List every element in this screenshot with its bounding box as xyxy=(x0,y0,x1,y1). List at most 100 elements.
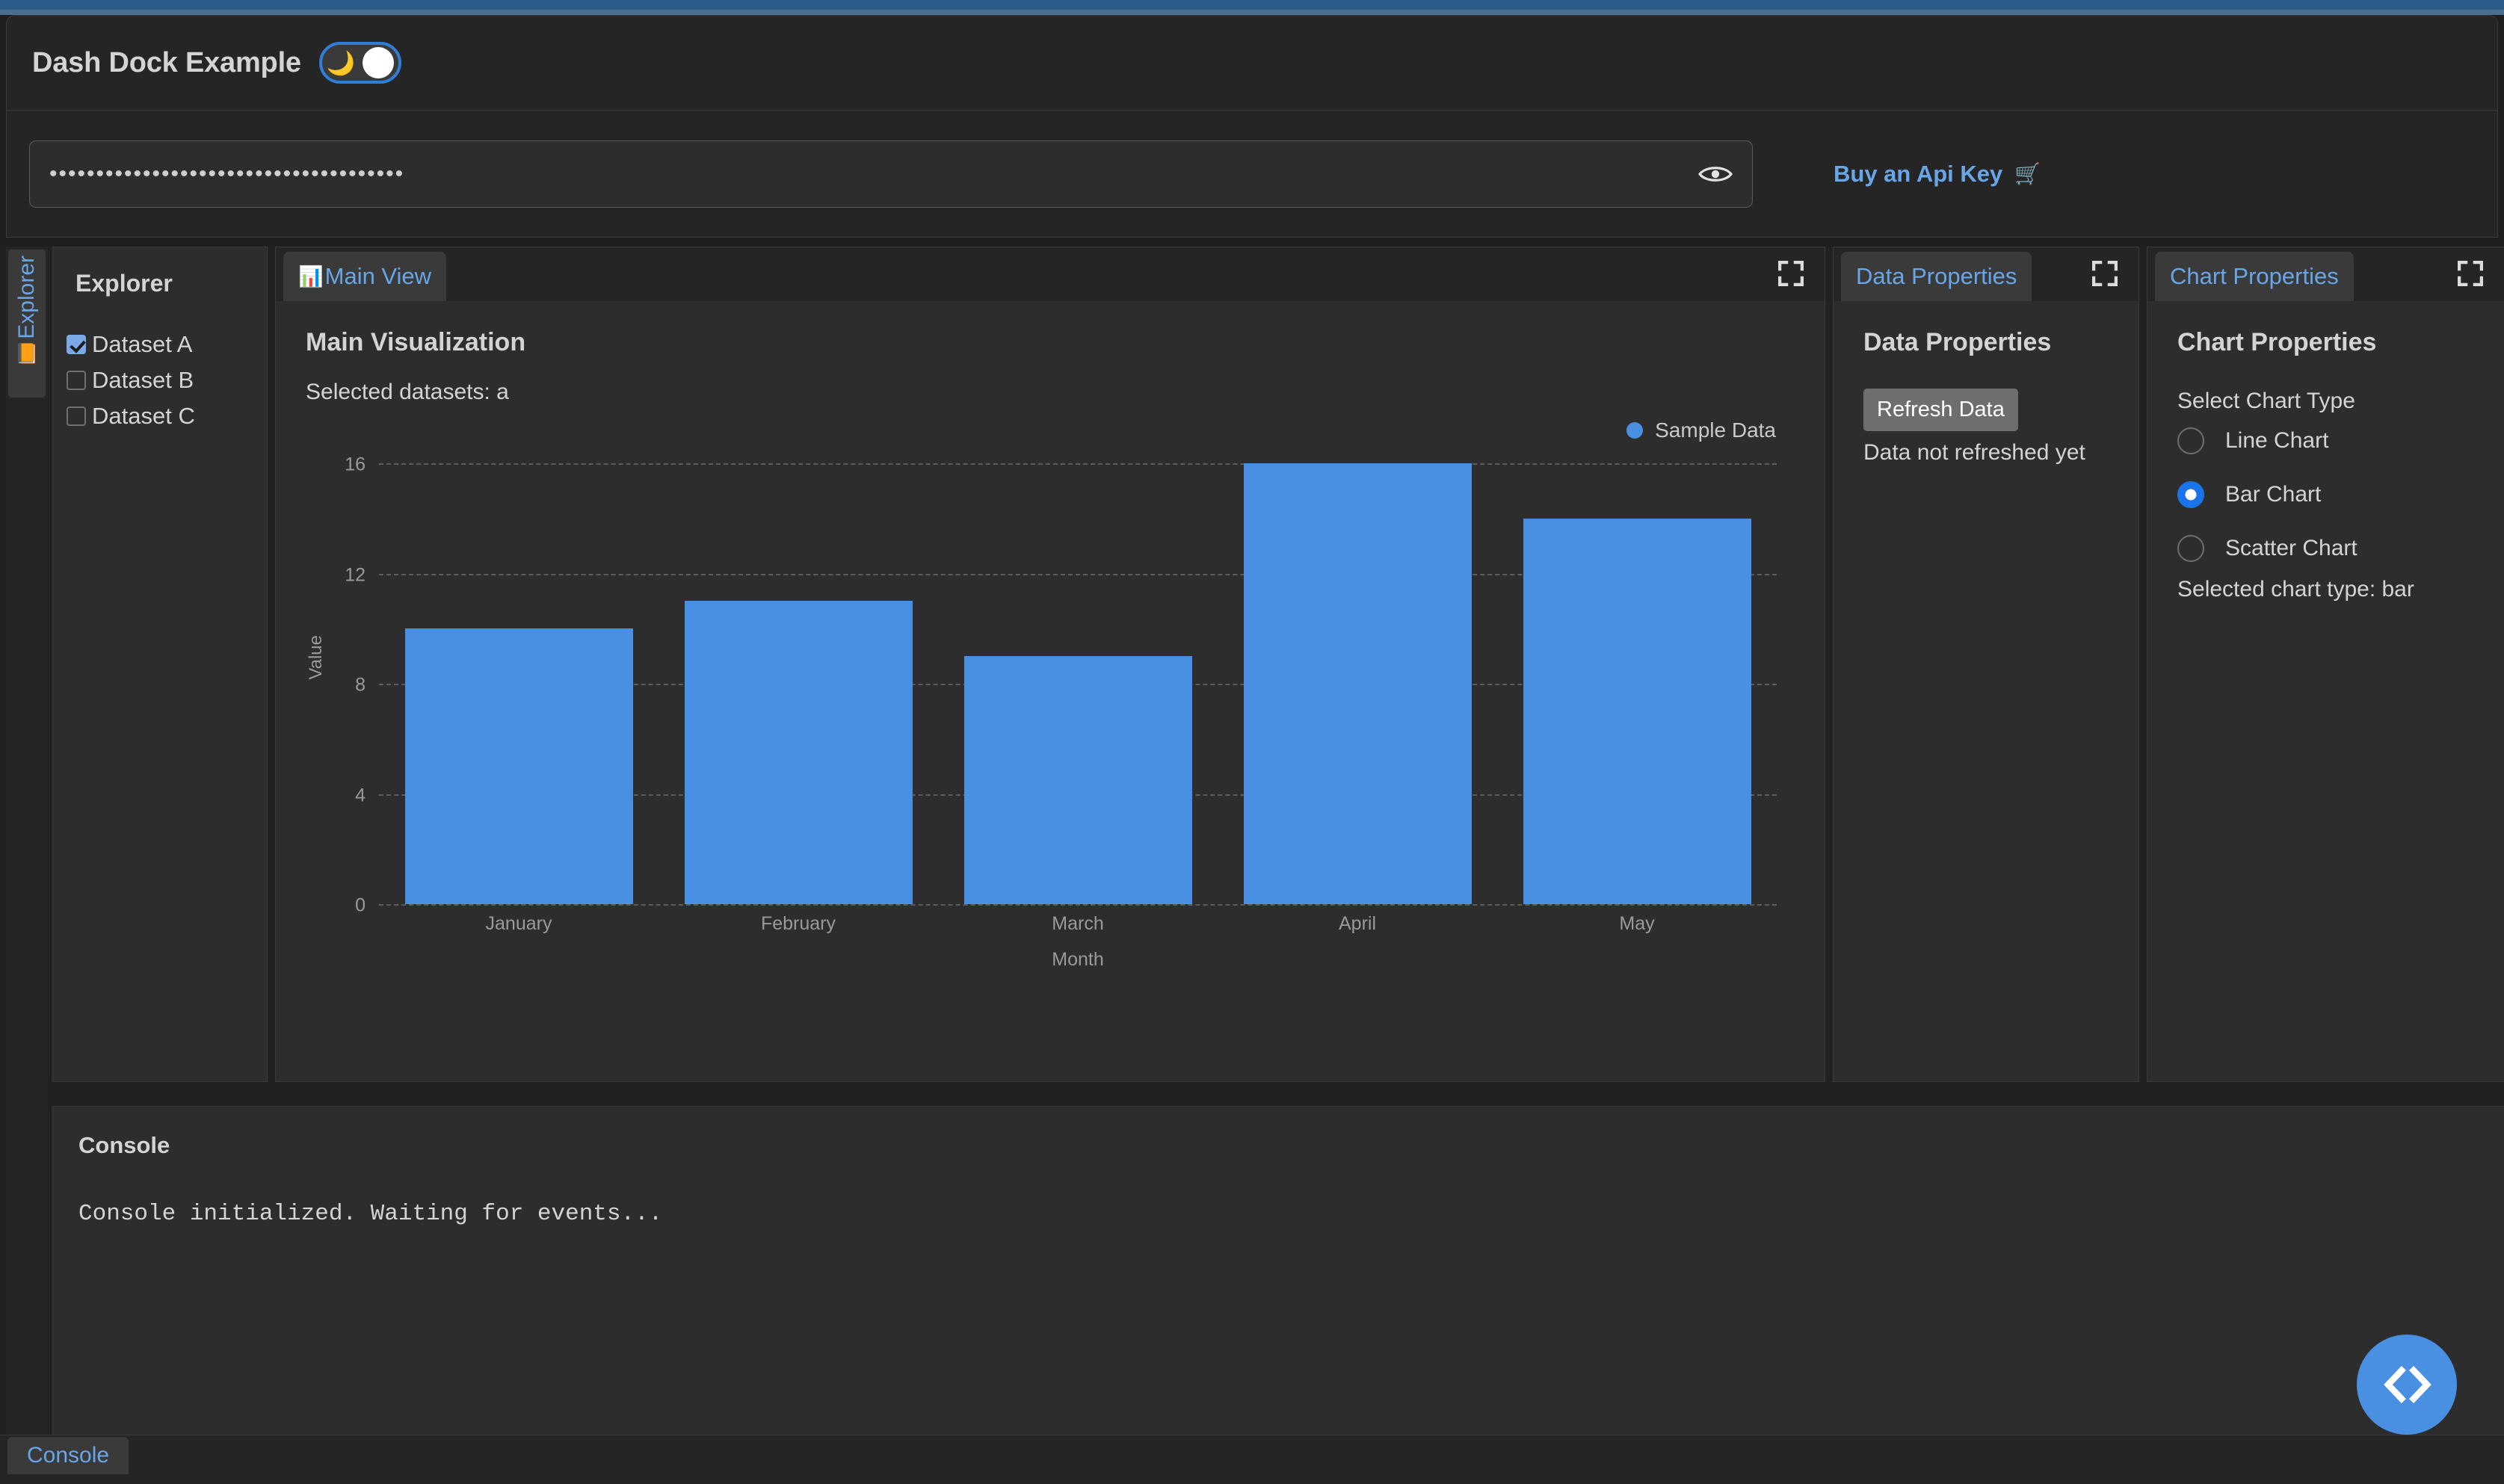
reveal-password-icon[interactable] xyxy=(1698,161,1733,187)
workspace: Explorer 📙 Explorer Dataset A Dataset B … xyxy=(0,247,2504,1442)
buy-api-key-link[interactable]: Buy an Api Key xyxy=(1834,161,2002,188)
list-item-label: Dataset A xyxy=(92,331,193,357)
tab-main-view[interactable]: 📊 Main View xyxy=(283,252,447,301)
bar-column xyxy=(938,463,1218,904)
console-heading: Console xyxy=(78,1132,170,1158)
sidebar-item-explorer[interactable]: Explorer 📙 xyxy=(8,250,46,398)
bar-column xyxy=(379,463,659,904)
data-properties-tabbar: Data Properties xyxy=(1834,247,2138,301)
radio-scatter-chart[interactable]: Scatter Chart xyxy=(2177,522,2474,575)
x-axis-title: Month xyxy=(1052,949,1104,970)
app-header: Dash Dock Example 🌙 xyxy=(6,15,2498,111)
radio-bar-chart-label: Bar Chart xyxy=(2225,482,2322,507)
radio-line-chart-label: Line Chart xyxy=(2225,428,2329,453)
y-axis-title: Value xyxy=(306,635,326,680)
bar-may[interactable] xyxy=(1523,518,1751,904)
data-properties-heading: Data Properties xyxy=(1863,328,2052,356)
code-fab-button[interactable] xyxy=(2357,1335,2457,1435)
dark-mode-toggle[interactable]: 🌙 xyxy=(318,42,401,84)
radio-line-chart-input[interactable] xyxy=(2177,427,2204,454)
shopping-cart-icon: 🛒 xyxy=(2014,162,2041,185)
y-axis-tick: 16 xyxy=(345,454,366,475)
tab-data-properties[interactable]: Data Properties xyxy=(1841,252,2032,301)
folder-icon: 📙 xyxy=(14,341,40,365)
radio-scatter-chart-input[interactable] xyxy=(2177,535,2204,562)
data-properties-body: Data Properties Refresh Data Data not re… xyxy=(1834,301,2138,466)
moon-icon: 🌙 xyxy=(326,49,356,76)
y-axis-tick: 12 xyxy=(345,564,366,585)
main-visualization-heading: Main Visualization xyxy=(306,328,526,356)
console-output: Console initialized. Waiting for events.… xyxy=(78,1201,663,1227)
tab-console[interactable]: Console xyxy=(7,1437,129,1474)
chart-properties-heading: Chart Properties xyxy=(2177,328,2377,356)
code-icon xyxy=(2384,1365,2431,1404)
tab-chart-properties[interactable]: Chart Properties xyxy=(2155,252,2354,301)
radio-bar-chart[interactable]: Bar Chart xyxy=(2177,468,2474,522)
dataset-c-checkbox[interactable] xyxy=(67,406,86,426)
explorer-tab-label: Explorer xyxy=(14,256,39,339)
dataset-a-checkbox[interactable] xyxy=(67,335,86,354)
bar-march[interactable] xyxy=(963,656,1192,904)
x-axis-tick: February xyxy=(760,913,836,934)
bar-january[interactable] xyxy=(404,628,633,904)
bar-column xyxy=(659,463,938,904)
toggle-knob xyxy=(362,47,394,78)
radio-bar-chart-input[interactable] xyxy=(2177,481,2204,508)
list-item-label: Dataset B xyxy=(92,367,194,393)
list-item[interactable]: Dataset C xyxy=(67,401,267,432)
radio-line-chart[interactable]: Line Chart xyxy=(2177,414,2474,468)
dataset-b-checkbox[interactable] xyxy=(67,371,86,390)
bar-column xyxy=(1497,463,1777,904)
chart-properties-panel: Chart Properties Chart Properties Select… xyxy=(2147,247,2504,1082)
api-key-value: •••••••••••••••••••••••••••••••••••••• xyxy=(49,161,405,186)
y-axis-tick: 4 xyxy=(355,785,366,806)
dataset-list: Dataset A Dataset B Dataset C xyxy=(53,329,267,432)
y-axis-tick: 8 xyxy=(355,674,366,696)
tab-main-view-label: Main View xyxy=(324,263,432,289)
chart-plot-area: 16 12 8 4 0 xyxy=(345,454,1777,916)
legend-color-swatch xyxy=(1626,422,1644,439)
expand-icon[interactable] xyxy=(2457,260,2484,287)
top-accent-strip-secondary xyxy=(0,10,2504,15)
refresh-data-button[interactable]: Refresh Data xyxy=(1863,389,2018,431)
explorer-title: Explorer xyxy=(75,270,173,297)
x-axis-tick: April xyxy=(1338,913,1376,934)
expand-icon[interactable] xyxy=(2091,260,2118,287)
bar-column xyxy=(1218,463,1497,904)
gridline: 0 xyxy=(355,895,1777,916)
list-item[interactable]: Dataset A xyxy=(67,329,267,360)
x-axis-tick: May xyxy=(1619,913,1655,934)
x-axis-labels: January February March April May xyxy=(379,913,1777,935)
radio-scatter-chart-label: Scatter Chart xyxy=(2225,536,2357,560)
explorer-panel: Explorer Dataset A Dataset B Dataset C xyxy=(52,247,268,1082)
y-axis-tick: 0 xyxy=(355,894,366,916)
expand-icon[interactable] xyxy=(1777,260,1804,287)
main-view-panel: 📊 Main View Main Visualization Selected … xyxy=(275,247,1825,1082)
top-accent-strip xyxy=(0,0,2504,10)
tab-data-properties-label: Data Properties xyxy=(1856,263,2017,289)
list-item[interactable]: Dataset B xyxy=(67,365,267,396)
api-key-row: •••••••••••••••••••••••••••••••••••••• B… xyxy=(6,111,2498,238)
legend-entry-label: Sample Data xyxy=(1655,418,1776,442)
main-view-tabbar: 📊 Main View xyxy=(276,247,1825,301)
x-axis-tick: March xyxy=(1052,913,1104,934)
chart-bars xyxy=(379,463,1777,904)
main-view-body: Main Visualization Selected datasets: a … xyxy=(276,301,1825,1016)
tab-chart-properties-label: Chart Properties xyxy=(2170,263,2339,289)
chart-legend: Sample Data xyxy=(1626,418,1776,442)
data-refresh-status: Data not refreshed yet xyxy=(1863,440,2085,465)
bar-chart: Sample Data Value 16 12 8 4 0 January Fe… xyxy=(306,418,1797,1016)
bar-chart-icon: 📊 xyxy=(298,265,324,288)
data-properties-panel: Data Properties Data Properties Refresh … xyxy=(1833,247,2139,1082)
bar-april[interactable] xyxy=(1243,463,1472,904)
selected-datasets-text: Selected datasets: a xyxy=(306,380,509,404)
page-title: Dash Dock Example xyxy=(32,46,301,78)
selected-chart-type-text: Selected chart type: bar xyxy=(2177,577,2414,602)
console-panel: Console Console initialized. Waiting for… xyxy=(52,1106,2504,1442)
select-chart-type-label: Select Chart Type xyxy=(2177,389,2355,413)
chart-properties-body: Chart Properties Select Chart Type Line … xyxy=(2147,301,2504,602)
left-tab-strip: Explorer 📙 xyxy=(6,247,48,1442)
bar-february[interactable] xyxy=(684,601,913,904)
chart-properties-tabbar: Chart Properties xyxy=(2147,247,2504,301)
api-key-input[interactable]: •••••••••••••••••••••••••••••••••••••• xyxy=(29,140,1753,208)
